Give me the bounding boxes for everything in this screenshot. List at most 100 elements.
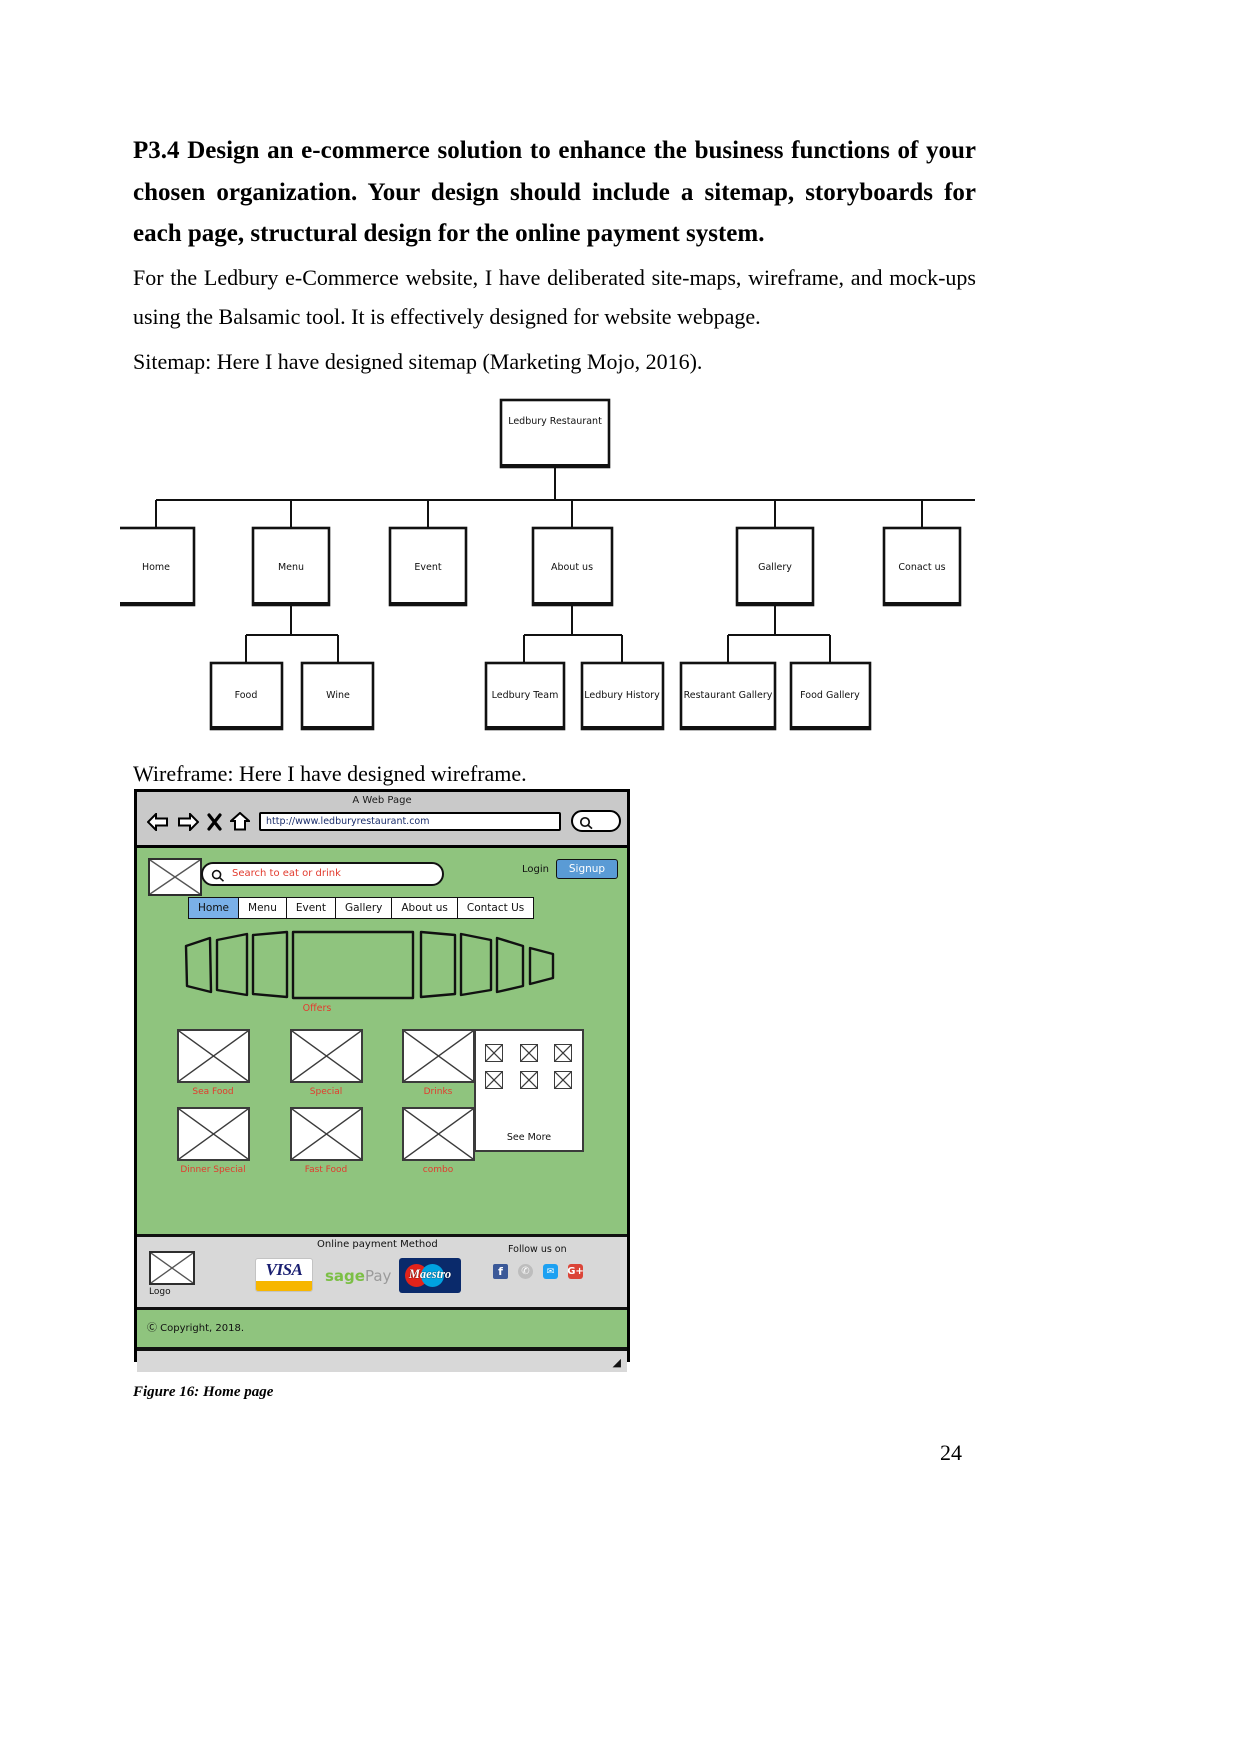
sitemap-diagram: Ledbury Restaurant Home Menu Event About… <box>120 390 1000 740</box>
browser-url-input[interactable]: http://www.ledburyrestaurant.com <box>259 812 561 831</box>
sitemap-node-restaurant-gallery: Restaurant Gallery <box>679 661 777 731</box>
nav-item-home[interactable]: Home <box>189 898 240 918</box>
nav-item-event[interactable]: Event <box>287 898 336 918</box>
wireframe-paragraph: Wireframe: Here I have designed wirefram… <box>133 761 527 786</box>
thumb-cell[interactable] <box>554 1044 573 1062</box>
sitemap-node-ledbury-team: Ledbury Team <box>484 661 566 731</box>
svg-text:Home: Home <box>142 562 170 573</box>
visa-gold-bar <box>256 1281 312 1291</box>
twitter-icon[interactable]: ✉ <box>543 1264 558 1279</box>
tile-drinks[interactable] <box>402 1029 475 1083</box>
facebook-icon[interactable]: f <box>493 1264 508 1279</box>
site-search-input[interactable]: Search to eat or drink <box>201 862 444 886</box>
visa-logo[interactable]: VISA <box>255 1258 313 1292</box>
search-icon <box>211 869 225 882</box>
placeholder-x-icon <box>291 1030 362 1082</box>
social-links: f ✆ ✉ G+ <box>493 1264 584 1279</box>
sitemap-node-about-us: About us <box>531 526 614 607</box>
placeholder-x-icon <box>149 859 201 895</box>
home-icon[interactable] <box>230 812 250 831</box>
see-more-panel[interactable]: See More <box>474 1029 584 1152</box>
follow-us-title: Follow us on <box>508 1244 567 1255</box>
browser-nav-icons <box>147 812 250 831</box>
browser-status-bar: ◢ <box>137 1350 627 1372</box>
site-logo-placeholder[interactable] <box>148 858 202 896</box>
tile-special[interactable] <box>290 1029 363 1083</box>
nav-item-contact-us[interactable]: Contact Us <box>458 898 533 918</box>
offers-label: Offers <box>302 1003 332 1014</box>
svg-text:Food Gallery: Food Gallery <box>800 690 860 701</box>
placeholder-x-icon <box>403 1108 474 1160</box>
placeholder-x-icon <box>178 1030 249 1082</box>
carousel-sketch-icon <box>184 930 555 1000</box>
sagepay-logo[interactable]: sagePay <box>325 1267 391 1285</box>
thumb-cell[interactable] <box>554 1071 573 1089</box>
sitemap-node-gallery: Gallery <box>735 526 815 607</box>
nav-item-about-us[interactable]: About us <box>392 898 458 918</box>
maestro-wordmark: Maestro <box>408 1267 452 1281</box>
sitemap-paragraph: Sitemap: Here I have designed sitemap (M… <box>133 349 703 374</box>
copyright-text: Ⓒ Copyright, 2018. <box>147 1323 245 1334</box>
nav-item-gallery[interactable]: Gallery <box>336 898 393 918</box>
placeholder-x-icon <box>520 1044 538 1062</box>
tile-caption-dinner-special: Dinner Special <box>180 1165 246 1175</box>
tile-combo[interactable] <box>402 1107 475 1161</box>
svg-text:Conact us: Conact us <box>898 562 945 573</box>
login-link[interactable]: Login <box>522 864 549 875</box>
svg-text:Menu: Menu <box>278 562 304 573</box>
placeholder-x-icon <box>178 1108 249 1160</box>
tile-caption-special: Special <box>309 1087 343 1097</box>
document-page: P3.4 Design an e-commerce solution to en… <box>0 0 1241 1754</box>
tile-caption-sea-food: Sea Food <box>192 1087 234 1097</box>
thumb-cell[interactable] <box>485 1044 503 1062</box>
back-arrow-icon[interactable] <box>147 812 169 831</box>
tile-fast-food[interactable] <box>290 1107 363 1161</box>
tile-caption-drinks: Drinks <box>423 1087 453 1097</box>
sitemap-node-event: Event <box>388 526 468 607</box>
whatsapp-icon[interactable]: ✆ <box>518 1264 533 1279</box>
tile-sea-food[interactable] <box>177 1029 250 1083</box>
svg-text:Gallery: Gallery <box>758 562 792 573</box>
resize-grip-icon[interactable]: ◢ <box>613 1356 621 1369</box>
placeholder-x-icon <box>403 1030 474 1082</box>
svg-text:About us: About us <box>551 562 593 573</box>
figure-caption: Figure 16: Home page <box>133 1384 274 1400</box>
thumb-cell[interactable] <box>519 1071 538 1089</box>
svg-text:Ledbury Team: Ledbury Team <box>492 690 559 701</box>
sitemap-node-food: Food <box>209 661 284 731</box>
google-plus-icon[interactable]: G+ <box>567 1264 584 1279</box>
browser-search-button[interactable] <box>571 810 621 832</box>
offers-carousel[interactable] <box>183 930 573 1000</box>
sitemap-node-ledbury-history: Ledbury History <box>580 661 665 731</box>
copyright-strip: Ⓒ Copyright, 2018. <box>137 1310 627 1350</box>
nav-item-menu[interactable]: Menu <box>239 898 287 918</box>
pay-word: Pay <box>364 1267 392 1285</box>
thumb-cell[interactable] <box>485 1071 503 1089</box>
footer-logo-placeholder[interactable] <box>149 1251 195 1285</box>
maestro-logo[interactable]: Maestro <box>399 1258 461 1293</box>
svg-text:Wine: Wine <box>326 690 350 701</box>
page-number: 24 <box>940 1440 962 1465</box>
sitemap-node-wine: Wine <box>300 661 375 731</box>
thumb-cell[interactable] <box>519 1044 538 1062</box>
signup-button[interactable]: Signup <box>556 859 618 879</box>
page-body: Search to eat or drink Login Signup Home… <box>137 848 627 1372</box>
payment-methods-title: Online payment Method <box>317 1239 438 1250</box>
see-more-label[interactable]: See More <box>476 1132 582 1143</box>
placeholder-x-icon <box>485 1044 503 1062</box>
see-more-thumb-grid <box>485 1044 577 1089</box>
browser-window-title: A Web Page <box>352 795 412 806</box>
svg-text:Event: Event <box>414 562 441 573</box>
intro-paragraph: For the Ledbury e-Commerce website, I ha… <box>133 265 976 329</box>
wireframe-mockup: A Web Page http://www.ledburyrestaurant.… <box>134 789 630 1372</box>
tile-caption-combo: combo <box>422 1165 454 1175</box>
site-search-placeholder: Search to eat or drink <box>232 868 341 879</box>
close-x-icon[interactable] <box>207 812 222 831</box>
svg-text:Food: Food <box>235 690 258 701</box>
tile-dinner-special[interactable] <box>177 1107 250 1161</box>
forward-arrow-icon[interactable] <box>177 812 199 831</box>
sitemap-node-menu: Menu <box>251 526 331 607</box>
placeholder-x-icon <box>554 1071 572 1089</box>
svg-text:Restaurant Gallery: Restaurant Gallery <box>684 690 773 701</box>
placeholder-x-icon <box>485 1071 503 1089</box>
